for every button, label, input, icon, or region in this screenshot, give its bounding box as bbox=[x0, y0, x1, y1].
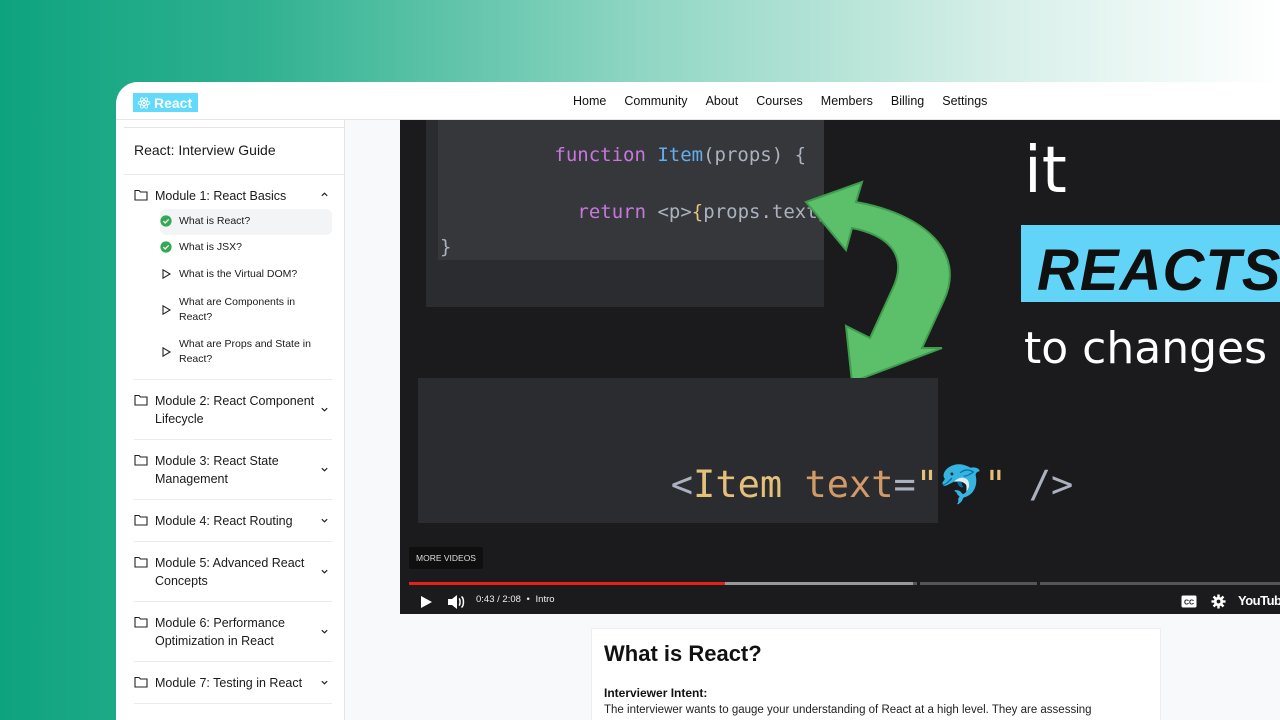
nav-home[interactable]: Home bbox=[573, 94, 606, 108]
volume-icon[interactable] bbox=[447, 594, 465, 610]
intent-text: The interviewer wants to gauge your unde… bbox=[604, 704, 1092, 716]
module-label: Module 4: React Routing bbox=[155, 514, 293, 528]
time-text: 0:43 / 2:08 bbox=[476, 594, 521, 605]
time-separator: • bbox=[526, 594, 530, 605]
captions-icon[interactable]: CC bbox=[1181, 595, 1197, 608]
overlay-reacts-box: REACTS bbox=[1021, 225, 1280, 303]
overlay-changes: to changes bbox=[1024, 323, 1268, 374]
react-atom-icon bbox=[137, 96, 151, 109]
module-1-lessons: What is React? What is JSX? What is the … bbox=[124, 209, 344, 373]
module-label: Module 1: React Basics bbox=[155, 189, 287, 203]
app-window: React Home Community About Courses Membe… bbox=[116, 82, 1280, 720]
chapter-marker bbox=[917, 582, 920, 585]
chevron-down-icon[interactable] bbox=[320, 627, 329, 636]
progress-played bbox=[409, 582, 726, 585]
nav-settings[interactable]: Settings bbox=[942, 94, 987, 108]
code-block-bottom: <Item text="🐬" /> bbox=[418, 378, 1073, 523]
module-label: Module 2: React Component Lifecycle bbox=[155, 394, 315, 426]
article-title: What is React? bbox=[604, 641, 762, 666]
module-label: Module 7: Testing in React bbox=[155, 676, 303, 690]
folder-icon bbox=[134, 514, 148, 526]
module-3-header[interactable]: Module 3: React State Management bbox=[134, 440, 332, 500]
play-icon[interactable] bbox=[419, 595, 433, 609]
curved-arrow-icon bbox=[804, 180, 951, 384]
logo-label: React bbox=[154, 94, 193, 111]
code-line-close: } bbox=[440, 236, 452, 258]
nav-billing[interactable]: Billing bbox=[891, 94, 924, 108]
module-2-header[interactable]: Module 2: React Component Lifecycle bbox=[134, 380, 332, 440]
folder-icon bbox=[134, 556, 148, 568]
more-videos-button[interactable]: MORE VIDEOS bbox=[409, 547, 483, 569]
lesson-label: What is React? bbox=[179, 215, 251, 227]
nav-courses[interactable]: Courses bbox=[756, 94, 803, 108]
chevron-down-icon[interactable] bbox=[320, 465, 329, 474]
main-content: function Item(props) { return <p>{props.… bbox=[345, 120, 1280, 720]
lesson-label: What is JSX? bbox=[179, 241, 243, 253]
code-block-top: function Item(props) { return <p>{props.… bbox=[426, 120, 875, 307]
player-controls: 0:43 / 2:08 • Intro CC YouTube bbox=[400, 590, 1280, 614]
module-label: Module 6: Performance Optimization in Re… bbox=[155, 616, 285, 648]
module-label: Module 3: React State Management bbox=[155, 454, 279, 486]
lesson-props-state[interactable]: What are Props and State in React? bbox=[160, 331, 332, 373]
check-circle-icon bbox=[160, 241, 172, 253]
react-logo[interactable]: React bbox=[133, 93, 198, 112]
chapter-marker bbox=[1037, 582, 1040, 585]
nav-members[interactable]: Members bbox=[821, 94, 873, 108]
folder-icon bbox=[134, 616, 148, 628]
check-circle-icon bbox=[160, 215, 172, 227]
intent-heading: Interviewer Intent: bbox=[604, 686, 708, 700]
code-line-item: <Item text="🐬" /> bbox=[670, 463, 1074, 506]
nav-about[interactable]: About bbox=[706, 94, 739, 108]
folder-icon bbox=[134, 394, 148, 406]
main-nav: Home Community About Courses Members Bil… bbox=[573, 94, 1005, 108]
lesson-label: What are Props and State in React? bbox=[179, 338, 311, 365]
top-navbar: React Home Community About Courses Membe… bbox=[116, 82, 1280, 120]
folder-icon bbox=[134, 454, 148, 466]
lesson-virtual-dom[interactable]: What is the Virtual DOM? bbox=[160, 262, 332, 289]
chevron-down-icon[interactable] bbox=[320, 567, 329, 576]
lesson-label: What is the Virtual DOM? bbox=[179, 268, 298, 280]
course-sidebar: React: Interview Guide Module 1: React B… bbox=[124, 120, 345, 720]
chevron-down-icon[interactable] bbox=[320, 405, 329, 414]
module-7-header[interactable]: Module 7: Testing in React bbox=[134, 662, 332, 704]
overlay-it: it bbox=[1024, 134, 1067, 208]
chapter-label[interactable]: Intro bbox=[536, 594, 555, 605]
nav-community[interactable]: Community bbox=[624, 94, 687, 108]
video-player[interactable]: function Item(props) { return <p>{props.… bbox=[400, 120, 1280, 614]
overlay-reacts: REACTS bbox=[1037, 238, 1280, 303]
chevron-down-icon[interactable] bbox=[320, 516, 329, 525]
module-6-header[interactable]: Module 6: Performance Optimization in Re… bbox=[134, 602, 332, 662]
sidebar-top-divider bbox=[124, 120, 344, 128]
settings-gear-icon[interactable] bbox=[1211, 594, 1226, 609]
module-4-header[interactable]: Module 4: React Routing bbox=[134, 500, 332, 542]
course-title: React: Interview Guide bbox=[124, 128, 344, 175]
module-label: Module 5: Advanced React Concepts bbox=[155, 556, 305, 588]
chevron-up-icon[interactable] bbox=[320, 190, 329, 199]
folder-icon bbox=[134, 676, 148, 688]
time-display: 0:43 / 2:08 • Intro bbox=[476, 594, 555, 605]
module-1-header[interactable]: Module 1: React Basics bbox=[134, 175, 332, 209]
module-5-header[interactable]: Module 5: Advanced React Concepts bbox=[134, 542, 332, 602]
folder-icon bbox=[134, 189, 148, 201]
chevron-down-icon[interactable] bbox=[320, 678, 329, 687]
play-outline-icon bbox=[162, 268, 172, 280]
svg-text:CC: CC bbox=[1184, 600, 1194, 607]
play-outline-icon bbox=[162, 346, 172, 358]
lesson-components[interactable]: What are Components in React? bbox=[160, 289, 332, 331]
lesson-article: What is React? Interviewer Intent: The i… bbox=[591, 628, 1161, 720]
lesson-what-is-react[interactable]: What is React? bbox=[160, 209, 332, 235]
play-outline-icon bbox=[162, 304, 172, 316]
lesson-what-is-jsx[interactable]: What is JSX? bbox=[160, 235, 332, 262]
progress-bar[interactable] bbox=[409, 582, 1280, 585]
youtube-logo[interactable]: YouTube bbox=[1238, 593, 1280, 608]
lesson-label: What are Components in React? bbox=[179, 296, 296, 323]
